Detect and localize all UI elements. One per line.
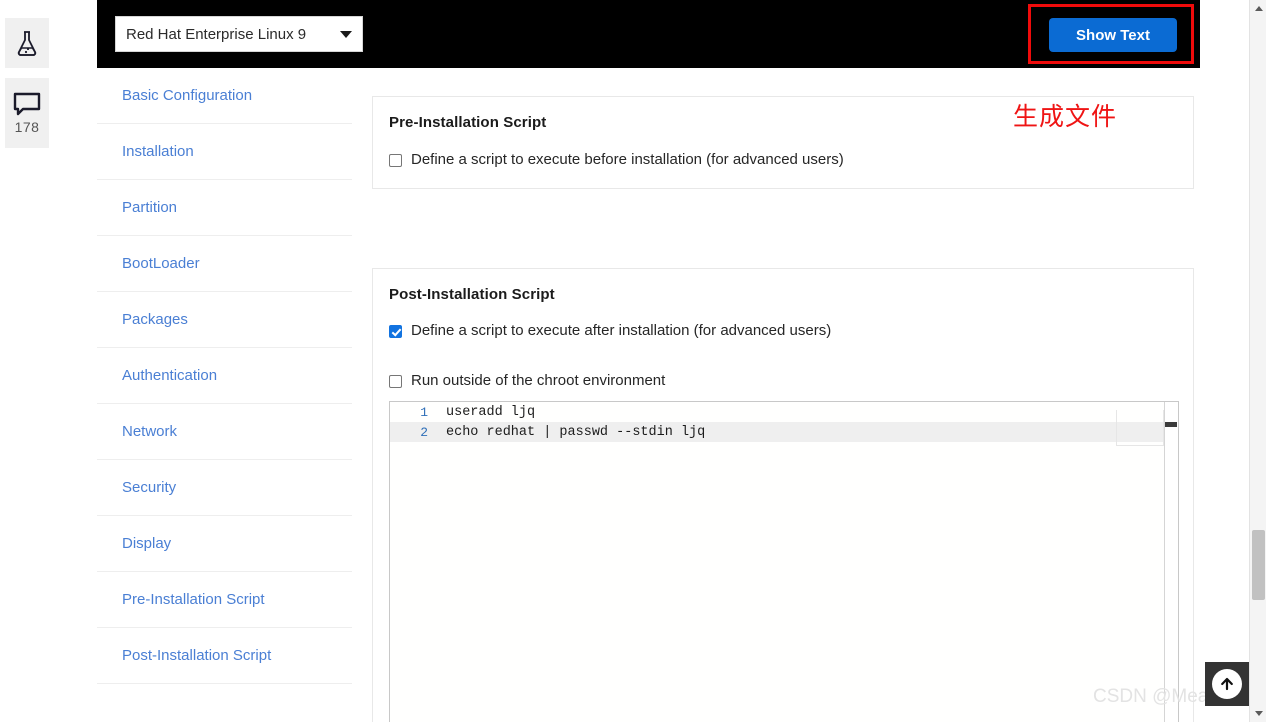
comment-icon-button[interactable]: 178 [5,78,49,148]
code-line-text: useradd ljq [446,404,536,420]
nav-item-security[interactable]: Security [97,460,352,516]
nav-item-basic-configuration[interactable]: Basic Configuration [97,68,352,124]
post-chroot-row[interactable]: Run outside of the chroot environment [389,372,1193,389]
post-installation-title: Post-Installation Script [389,286,555,303]
triangle-down-icon [1254,711,1263,716]
scrollbar-up-arrow[interactable] [1250,0,1266,17]
distro-select-value: Red Hat Enterprise Linux 9 [126,25,307,43]
code-line[interactable]: 1 useradd ljq [390,402,1178,422]
nav-item-partition[interactable]: Partition [97,180,352,236]
icon-rail: 178 [0,0,96,722]
post-script-editor[interactable]: 1 useradd ljq 2 echo redhat | passwd --stdi… [389,401,1179,722]
flask-icon [17,31,37,56]
scroll-to-top-button[interactable] [1205,662,1249,706]
code-line-text: echo redhat | passwd --stdin ljq [446,424,706,440]
post-installation-panel: Post-Installation Script Define a script… [372,268,1194,722]
arrow-up-icon [1212,669,1242,699]
nav-item-post-installation-script[interactable]: Post-Installation Script [97,628,352,684]
flask-icon-button[interactable] [5,18,49,68]
nav-item-packages[interactable]: Packages [97,292,352,348]
pre-define-script-label: Define a script to execute before instal… [411,151,844,168]
editor-minimap[interactable] [1116,410,1164,446]
page-scrollbar-thumb[interactable] [1252,530,1265,600]
editor-vertical-scrollbar[interactable] [1164,402,1178,722]
nav-item-installation[interactable]: Installation [97,124,352,180]
chevron-down-icon [340,30,352,38]
code-line-number: 2 [420,424,428,440]
red-annotation-note: 生成文件 [1013,102,1118,131]
section-nav: Basic Configuration Installation Partition… [97,68,352,684]
code-line[interactable]: 2 echo redhat | passwd --stdin ljq [390,422,1178,442]
nav-item-authentication[interactable]: Authentication [97,348,352,404]
post-chroot-label: Run outside of the chroot environment [411,372,666,389]
code-lines[interactable]: 1 useradd ljq 2 echo redhat | passwd --stdi… [390,402,1178,442]
comment-icon [13,92,41,116]
scrollbar-down-arrow[interactable] [1250,705,1266,722]
nav-item-bootloader[interactable]: BootLoader [97,236,352,292]
post-define-script-checkbox[interactable] [389,325,402,338]
post-define-script-row[interactable]: Define a script to execute after install… [389,322,1193,339]
post-chroot-checkbox[interactable] [389,375,402,388]
top-toolbar: Red Hat Enterprise Linux 9 Show Text [97,0,1200,68]
page-scrollbar[interactable] [1249,0,1266,722]
nav-item-network[interactable]: Network [97,404,352,460]
show-text-highlight-box: Show Text [1028,4,1194,64]
post-define-script-label: Define a script to execute after install… [411,322,832,339]
comment-count: 178 [14,119,40,135]
nav-item-pre-installation-script[interactable]: Pre-Installation Script [97,572,352,628]
show-text-button[interactable]: Show Text [1049,18,1177,52]
page-root: 178 Red Hat Enterprise Linux 9 Show Text… [0,0,1266,722]
distro-select[interactable]: Red Hat Enterprise Linux 9 [115,16,363,52]
editor-scrollbar-thumb[interactable] [1165,422,1177,427]
code-line-number: 1 [420,404,428,420]
pre-define-script-row[interactable]: Define a script to execute before instal… [389,151,1193,168]
triangle-up-icon [1254,6,1263,11]
pre-define-script-checkbox[interactable] [389,154,402,167]
nav-item-display[interactable]: Display [97,516,352,572]
